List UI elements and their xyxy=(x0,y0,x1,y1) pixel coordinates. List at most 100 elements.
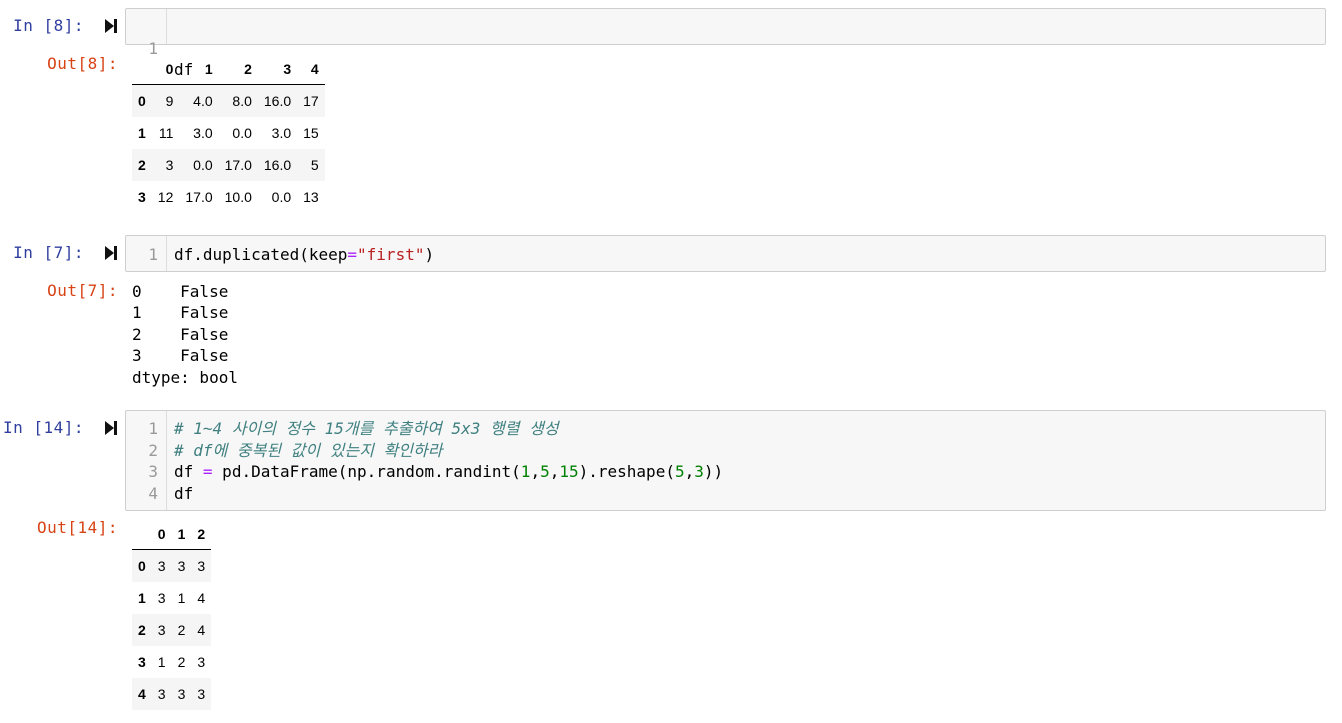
code-text: # df에 중복된 값이 있는지 확인하라 xyxy=(174,440,442,461)
code-token: pd.DataFrame(np.random.randint( xyxy=(212,462,521,481)
code-editor[interactable]: 1 df.duplicated(keep="first") xyxy=(125,235,1326,272)
code-token: 1 xyxy=(520,462,531,481)
table-cell: 15 xyxy=(303,125,319,141)
row-index: 3 xyxy=(138,654,146,670)
code-token: "first" xyxy=(357,245,425,264)
table-row: 3 12 17.0 10.0 0.0 13 xyxy=(132,181,325,213)
table-cell: 0.0 xyxy=(232,125,252,141)
dataframe-output: 01203331314232431234333 xyxy=(132,518,212,710)
table-cell: 17.0 xyxy=(185,189,213,205)
table-cell: 3 xyxy=(177,558,186,574)
column-header: 0 xyxy=(151,53,180,85)
code-line: 1 # 1~4 사이의 정수 15개를 추출하여 5x3 행렬 생성 xyxy=(126,418,1325,439)
skip-to-end-icon[interactable] xyxy=(104,245,118,261)
table-cell: 3 xyxy=(197,654,206,670)
output-line: 1 False xyxy=(132,303,229,323)
code-token: df xyxy=(174,483,194,503)
row-index: 0 xyxy=(138,93,146,109)
table-row: 2324 xyxy=(132,614,212,646)
line-number: 1 xyxy=(148,245,158,264)
table-cell: 3.0 xyxy=(271,125,292,141)
code-token: 15 xyxy=(559,462,579,481)
table-cell: 4.0 xyxy=(193,93,213,109)
output-prompt: Out[7]: xyxy=(47,281,118,300)
column-header: 1 xyxy=(171,518,192,550)
line-number: 3 xyxy=(148,462,158,481)
table-cell: 3 xyxy=(157,622,166,638)
table-cell: 11 xyxy=(158,125,174,141)
code-token: 3 xyxy=(694,462,704,481)
table-cell: 3 xyxy=(157,590,166,606)
input-prompt: In [8]: xyxy=(13,16,84,35)
code-token: df.duplicated(keep xyxy=(174,245,348,264)
code-token: # 1~4 사이의 정수 15개를 추출하여 5x3 행렬 생성 xyxy=(174,419,559,438)
code-text: df = pd.DataFrame(np.random.randint(1,5,… xyxy=(174,461,723,482)
table-row: 0 9 4.0 8.0 16.0 17 xyxy=(132,84,325,117)
table-row: 0333 xyxy=(132,549,212,582)
table-cell: 1 xyxy=(177,590,186,606)
table-cell: 5 xyxy=(310,157,319,173)
table-cell: 3.0 xyxy=(193,125,213,141)
input-prompt: In [7]: xyxy=(13,243,84,262)
code-token: = xyxy=(347,245,358,264)
code-token: 5 xyxy=(674,462,685,481)
code-token: , xyxy=(530,462,541,481)
table-cell: 16.0 xyxy=(263,157,292,173)
code-token: ) xyxy=(424,245,435,264)
table-row: 1 11 3.0 0.0 3.0 15 xyxy=(132,117,325,149)
column-header: 2 xyxy=(191,518,212,550)
row-index: 2 xyxy=(138,157,146,173)
code-token: , xyxy=(549,462,560,481)
row-index: 3 xyxy=(138,189,146,205)
row-index: 1 xyxy=(138,125,146,141)
code-token: = xyxy=(202,462,213,481)
code-editor[interactable]: 1 df xyxy=(125,8,1326,79)
table-header-row: 012 xyxy=(132,518,212,550)
code-line: 3 df = pd.DataFrame(np.random.randint(1,5… xyxy=(126,461,1325,482)
table-cell: 0.0 xyxy=(271,189,292,205)
code-editor[interactable]: 1 # 1~4 사이의 정수 15개를 추출하여 5x3 행렬 생성 2 # df에 … xyxy=(125,410,1326,511)
row-index: 4 xyxy=(138,686,146,702)
table-cell: 3 xyxy=(197,558,206,574)
table-row: 4333 xyxy=(132,678,212,710)
code-line: 4 df xyxy=(126,483,1325,504)
series-output: 0 False 1 False 2 False 3 False dtype: bool xyxy=(132,281,238,388)
line-number: 2 xyxy=(148,440,158,460)
row-index: 0 xyxy=(138,558,146,574)
code-token: , xyxy=(684,462,695,481)
index-header xyxy=(132,518,152,550)
table-cell: 17 xyxy=(303,93,319,109)
output-prompt: Out[14]: xyxy=(36,518,118,537)
table-cell: 3 xyxy=(177,686,186,702)
column-header: 3 xyxy=(257,53,298,85)
table-cell: 10.0 xyxy=(224,189,252,205)
table-cell: 16.0 xyxy=(263,93,292,109)
line-number: 1 xyxy=(148,419,158,438)
code-token: )) xyxy=(703,462,724,481)
skip-to-end-icon[interactable] xyxy=(104,18,118,34)
output-line: dtype: bool xyxy=(132,367,238,387)
table-cell: 3 xyxy=(197,686,206,702)
index-header xyxy=(132,53,152,85)
table-cell: 1 xyxy=(157,654,166,670)
table-cell: 3 xyxy=(165,157,174,173)
code-text: df xyxy=(174,483,193,504)
table-cell: 12 xyxy=(157,189,174,205)
table-cell: 13 xyxy=(303,189,319,205)
output-line: 2 False xyxy=(132,324,229,344)
table-cell: 9 xyxy=(165,93,174,109)
code-line: 1 df.duplicated(keep="first") xyxy=(126,244,1325,265)
line-number: 4 xyxy=(148,483,158,503)
code-token: df xyxy=(174,462,203,481)
table-cell: 8.0 xyxy=(232,93,252,109)
row-index: 1 xyxy=(138,590,146,606)
skip-to-end-icon[interactable] xyxy=(104,420,118,436)
output-line: 0 False xyxy=(132,282,229,301)
input-prompt: In [14]: xyxy=(2,418,84,437)
column-header: 4 xyxy=(297,53,325,85)
table-row: 3123 xyxy=(132,646,211,678)
output-prompt: Out[8]: xyxy=(47,54,118,73)
table-cell: 2 xyxy=(177,622,186,638)
row-index: 2 xyxy=(138,622,146,638)
dataframe-output: 0 1 2 3 4 0 9 4.0 8.0 16.0 17 1 11 3.0 0.0 3.0 15 2 3 0.0 17… xyxy=(132,53,325,213)
